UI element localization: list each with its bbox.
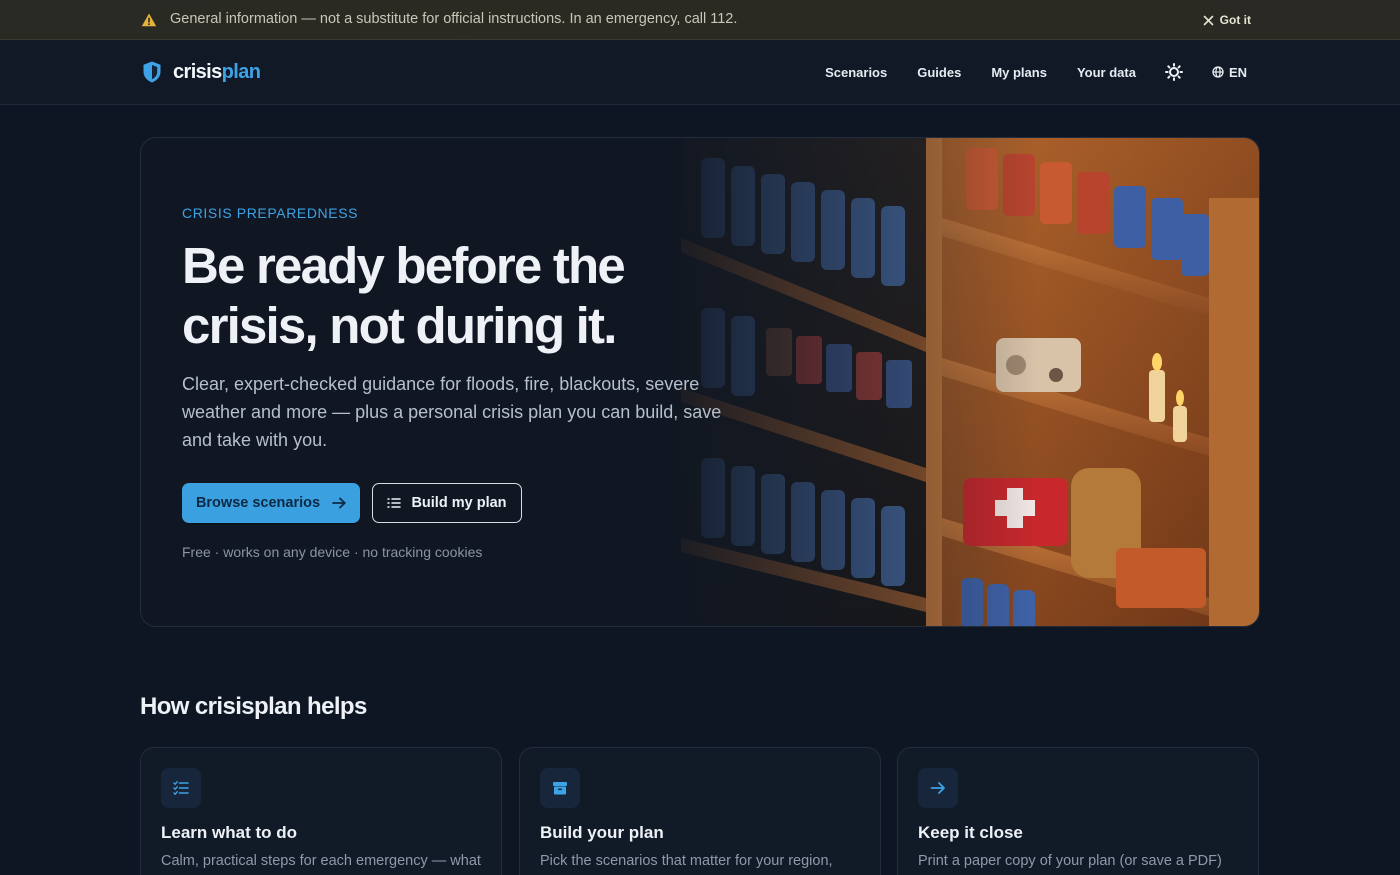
build-my-plan-label: Build my plan — [411, 495, 507, 511]
feature-card-build[interactable]: Build your plan Pick the scenarios that … — [519, 747, 881, 875]
feature-card-learn[interactable]: Learn what to do Calm, practical steps f… — [140, 747, 502, 875]
theme-toggle-button[interactable] — [1164, 63, 1183, 81]
hero-lede: Clear, expert-checked guidance for flood… — [182, 374, 722, 450]
feature-card-keep[interactable]: Keep it close Print a paper copy of your… — [897, 747, 1259, 875]
feature-card-desc: Calm, practical steps for each emergency… — [161, 853, 481, 869]
dismiss-notice-button[interactable]: Got it — [1203, 12, 1251, 28]
feature-icon-box — [161, 768, 201, 808]
hero-section: CRISIS PREPAREDNESS Be ready before the … — [140, 137, 1260, 627]
sun-icon — [1164, 63, 1183, 81]
hero-fineprint: Free · works on any device · no tracking… — [182, 544, 483, 560]
arrow-right-icon — [332, 497, 346, 509]
close-icon — [1203, 15, 1213, 25]
globe-icon — [1212, 66, 1224, 78]
logo-link[interactable]: crisisplan — [141, 59, 261, 85]
site-header: crisisplan Scenarios Guides My plans You… — [0, 40, 1400, 105]
checklist-icon — [387, 498, 402, 508]
build-my-plan-button[interactable]: Build my plan — [372, 483, 522, 523]
nav-my-plans[interactable]: My plans — [991, 65, 1047, 80]
dismiss-label: Got it — [1219, 13, 1251, 27]
browse-scenarios-button[interactable]: Browse scenarios — [182, 483, 360, 523]
feature-icon-box — [540, 768, 580, 808]
language-label: EN — [1228, 64, 1247, 80]
archive-icon — [553, 782, 567, 795]
shield-icon — [143, 61, 161, 83]
language-selector[interactable]: EN — [1212, 65, 1247, 80]
feature-icon-box — [918, 768, 958, 808]
checklist-icon — [173, 781, 189, 795]
feature-card-title: Learn what to do — [161, 823, 297, 842]
notice-text: General information — not a substitute f… — [170, 11, 738, 27]
feature-card-desc: Print a paper copy of your plan (or save… — [918, 853, 1222, 869]
feature-card-title: Build your plan — [540, 823, 664, 842]
logo-wordmark: crisisplan — [173, 60, 261, 83]
arrow-right-icon — [930, 782, 945, 794]
hero-eyebrow: CRISIS PREPAREDNESS — [182, 205, 359, 221]
how-section-title: How crisisplan helps — [140, 693, 367, 720]
main-nav: Scenarios Guides My plans Your data EN — [825, 60, 1247, 84]
browse-scenarios-label: Browse scenarios — [195, 495, 321, 511]
feature-card-title: Keep it close — [918, 823, 1023, 842]
hero-headline: Be ready before the crisis, not during i… — [182, 237, 626, 354]
nav-your-data[interactable]: Your data — [1077, 65, 1136, 80]
notice-banner: General information — not a substitute f… — [0, 0, 1400, 40]
nav-guides[interactable]: Guides — [917, 65, 961, 80]
feature-card-desc: Pick the scenarios that matter for your … — [540, 853, 833, 869]
warning-icon — [141, 13, 157, 27]
hero-content: CRISIS PREPAREDNESS Be ready before the … — [182, 138, 742, 626]
nav-scenarios[interactable]: Scenarios — [825, 65, 887, 80]
